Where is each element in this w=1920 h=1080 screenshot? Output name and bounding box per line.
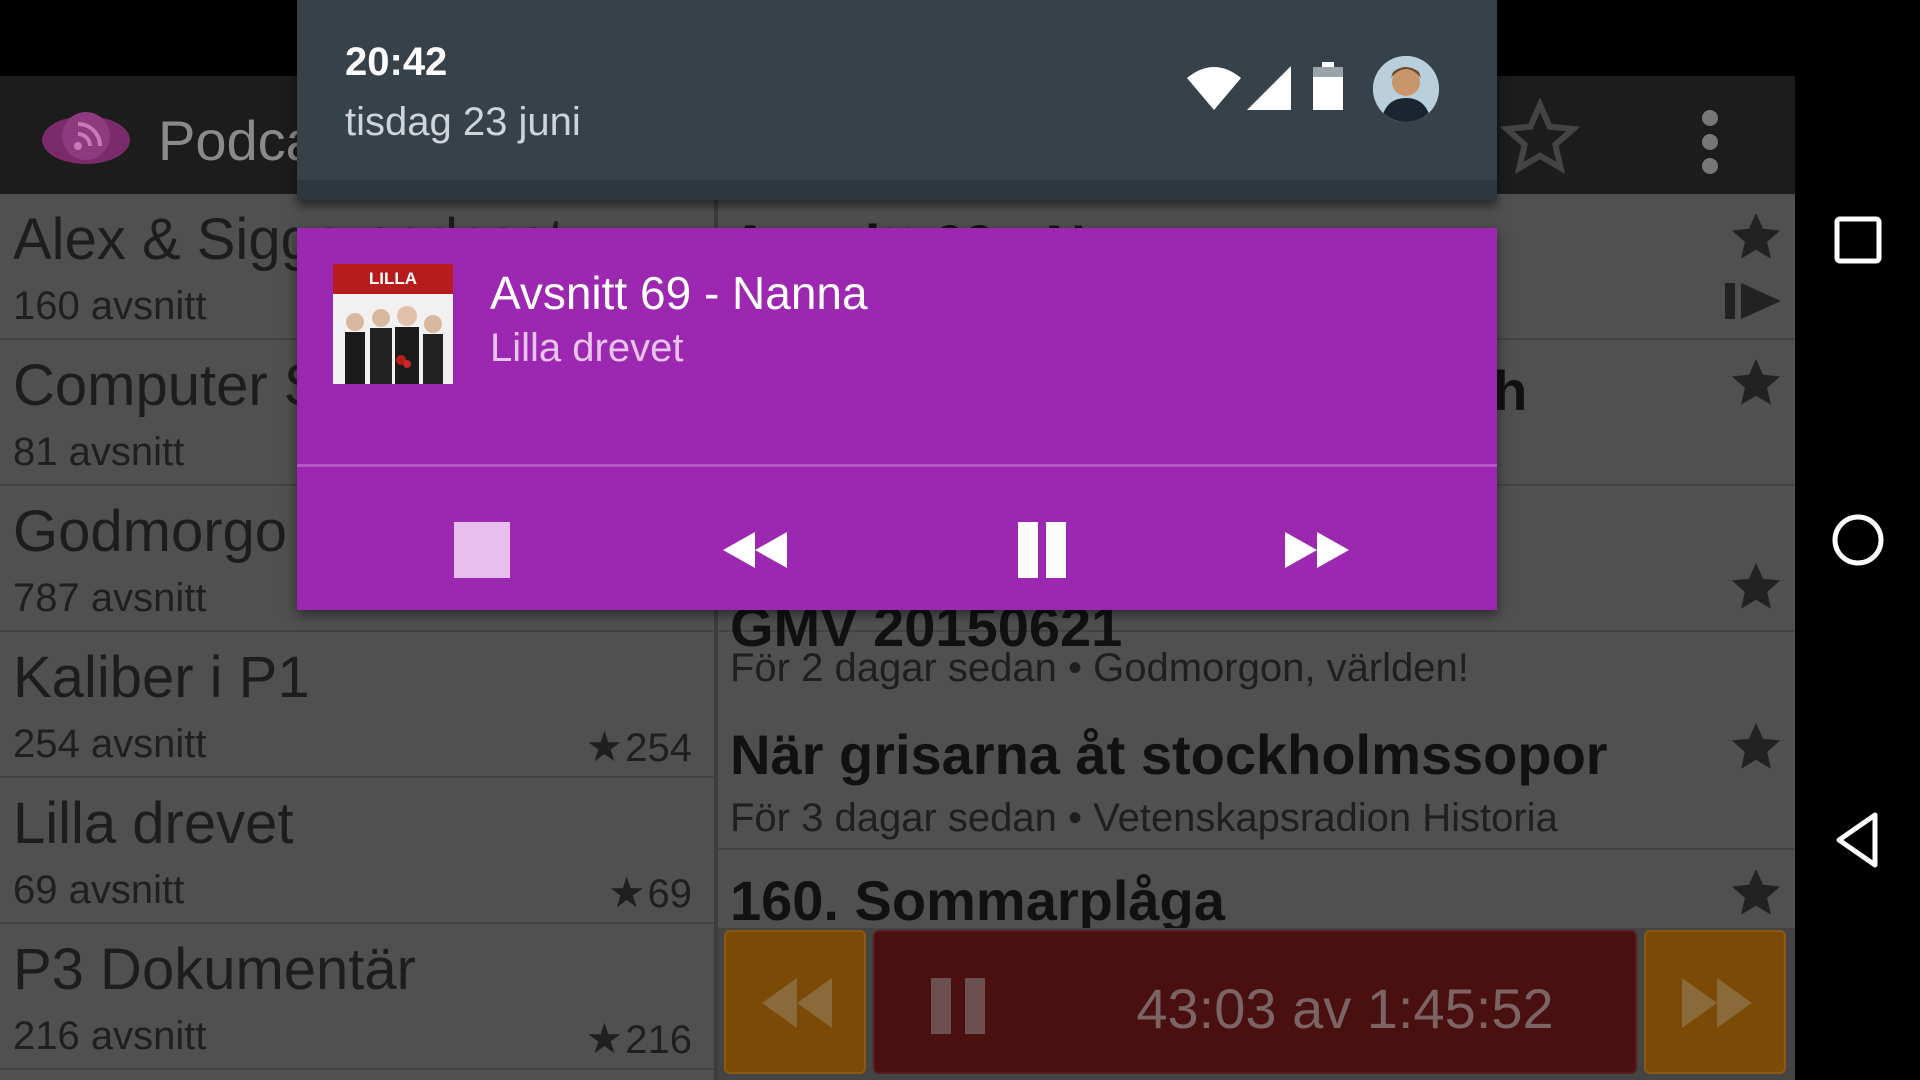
album-art: LILLA DREVET xyxy=(333,264,453,384)
podcast-name: Lilla drevet xyxy=(13,791,294,856)
avatar-image xyxy=(1373,56,1439,122)
play-next-icon[interactable] xyxy=(1725,278,1785,324)
media-divider xyxy=(297,464,1497,467)
star-icon: ★ xyxy=(585,1015,624,1062)
episode-row[interactable]: När grisarna åt stockholmssopor För 3 da… xyxy=(718,704,1795,850)
fast-forward-icon xyxy=(1682,978,1752,1028)
home-icon[interactable] xyxy=(1825,507,1891,573)
notification-shade: 20:42 tisdag 23 juni xyxy=(297,0,1497,200)
fast-forward-button[interactable] xyxy=(1275,510,1365,580)
rewind-icon xyxy=(762,978,832,1028)
episode-count: 216 avsnitt xyxy=(13,1014,207,1058)
app-title: Podca xyxy=(158,109,317,172)
star-icon: ★ xyxy=(607,869,646,916)
pause-icon xyxy=(931,978,989,1034)
episode-subtitle: För 2 dagar sedan • Godmorgon, världen! xyxy=(730,646,1469,690)
episode-count: 69 avsnitt xyxy=(13,868,185,912)
podcast-row[interactable]: Kaliber i P1 254 avsnitt ★254 xyxy=(0,632,714,778)
podcast-name: P3 Dokumentär xyxy=(13,937,416,1002)
pause-button[interactable] xyxy=(994,510,1084,580)
episode-row[interactable]: 160. Sommarplåga xyxy=(718,850,1795,932)
player-rewind-button[interactable] xyxy=(724,930,866,1074)
media-episode-title: Avsnitt 69 - Nanna xyxy=(490,267,868,319)
wifi-icon xyxy=(1187,67,1241,110)
star-count: ★216 xyxy=(586,1014,692,1063)
shade-handle[interactable] xyxy=(297,180,1497,200)
stop-button[interactable] xyxy=(432,510,522,580)
star-icon[interactable] xyxy=(1727,208,1785,266)
episode-count: 254 avsnitt xyxy=(13,722,207,766)
star-count: ★254 xyxy=(586,722,692,771)
playback-time: 43:03 av 1:45:52 xyxy=(1136,977,1554,1040)
podcast-row[interactable]: Lilla drevet 69 avsnitt ★69 xyxy=(0,778,714,924)
media-podcast-name: Lilla drevet xyxy=(490,326,684,370)
recents-icon[interactable] xyxy=(1825,207,1891,273)
star-count-value: 254 xyxy=(625,726,692,770)
back-icon[interactable] xyxy=(1825,807,1891,873)
star-icon: ★ xyxy=(585,723,624,770)
player-bar: 43:03 av 1:45:52 xyxy=(718,928,1795,1080)
album-art-title: LILLA DREVET xyxy=(333,264,453,318)
date: tisdag 23 juni xyxy=(345,100,581,144)
episode-count: 787 avsnitt xyxy=(13,576,207,620)
podcast-name: Computer S xyxy=(13,353,323,418)
star-count-value: 216 xyxy=(625,1018,692,1062)
favorites-star-icon[interactable] xyxy=(1500,98,1580,178)
star-icon[interactable] xyxy=(1727,864,1785,922)
album-art-image xyxy=(333,294,453,384)
podcast-row[interactable]: P3 Dokumentär 216 avsnitt ★216 xyxy=(0,924,714,1070)
episode-subtitle: För 3 dagar sedan • Vetenskapsradion His… xyxy=(730,796,1558,840)
navigation-bar xyxy=(1795,0,1920,1080)
media-notification[interactable]: LILLA DREVET Avsnitt 69 - Nanna Lilla dr… xyxy=(297,228,1497,610)
battery-icon xyxy=(1313,62,1343,110)
player-fast-forward-button[interactable] xyxy=(1644,930,1786,1074)
user-avatar[interactable] xyxy=(1373,56,1439,122)
episode-count: 81 avsnitt xyxy=(13,430,185,474)
star-icon[interactable] xyxy=(1727,354,1785,412)
podcast-name: Godmorgo xyxy=(13,499,288,564)
podcast-name: Kaliber i P1 xyxy=(13,645,310,710)
player-pause-button[interactable]: 43:03 av 1:45:52 xyxy=(873,930,1637,1074)
star-count-value: 69 xyxy=(647,872,693,916)
episode-count: 160 avsnitt xyxy=(13,284,207,328)
star-count: ★69 xyxy=(608,868,692,917)
star-icon[interactable] xyxy=(1727,558,1785,616)
cell-signal-icon xyxy=(1247,66,1291,110)
episode-title: När grisarna åt stockholmssopor xyxy=(730,723,1608,786)
overflow-menu-icon[interactable] xyxy=(1690,106,1730,176)
episode-title: 160. Sommarplåga xyxy=(730,869,1225,932)
star-icon[interactable] xyxy=(1727,718,1785,776)
clock: 20:42 xyxy=(345,40,448,84)
rewind-button[interactable] xyxy=(713,510,803,580)
app-logo-icon[interactable] xyxy=(38,106,134,170)
